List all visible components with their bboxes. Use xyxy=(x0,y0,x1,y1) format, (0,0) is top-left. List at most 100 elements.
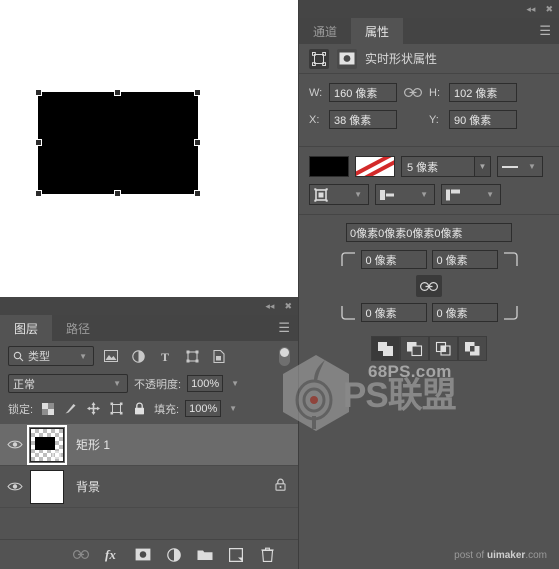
tab-layers[interactable]: 图层 xyxy=(0,315,53,341)
transform-handle-top-right[interactable] xyxy=(194,89,201,96)
transform-handle-bottom-left[interactable] xyxy=(35,190,42,197)
layer-filter-kind-select[interactable]: 类型 ▼ xyxy=(8,346,94,366)
corner-top-left-input[interactable]: 0 像素 xyxy=(360,250,427,269)
layer-name: 背景 xyxy=(76,480,101,494)
y-value: 90 像素 xyxy=(454,114,492,127)
intersect-shape-areas-button[interactable] xyxy=(429,336,458,361)
collapse-chevrons-icon[interactable]: ◂◂ xyxy=(526,4,535,14)
stroke-width-control: 5 像素 ▼ xyxy=(401,156,491,177)
new-adjustment-layer-button[interactable] xyxy=(165,546,183,564)
add-layer-mask-button[interactable] xyxy=(134,546,152,564)
table-row[interactable]: 矩形 1 xyxy=(0,424,298,466)
mask-thumbnail-icon[interactable] xyxy=(337,48,357,69)
transform-handle-middle-right[interactable] xyxy=(194,139,201,146)
layers-panel-tabs: 图层 路径 ☰ xyxy=(0,315,298,341)
table-row[interactable]: 背景 xyxy=(0,466,298,508)
tab-properties-label: 属性 xyxy=(365,24,390,39)
lock-transparent-pixels-icon[interactable] xyxy=(39,400,56,417)
y-input[interactable]: 90 像素 xyxy=(449,110,517,129)
x-input[interactable]: 38 像素 xyxy=(329,110,397,129)
fill-chevron-down-icon[interactable]: ▼ xyxy=(227,404,239,413)
layer-name: 矩形 1 xyxy=(76,438,111,452)
link-radii-icon[interactable] xyxy=(416,275,442,297)
tab-properties[interactable]: 属性 xyxy=(351,18,404,44)
width-input[interactable]: 160 像素 xyxy=(329,83,397,102)
filter-pixel-icon[interactable] xyxy=(101,346,121,366)
corner-top-right-value: 0 像素 xyxy=(436,254,468,267)
lock-artboard-nesting-icon[interactable] xyxy=(108,400,125,417)
tab-layers-label: 图层 xyxy=(14,321,39,336)
fill-color-swatch[interactable] xyxy=(309,156,349,177)
transform-handle-bottom-center[interactable] xyxy=(114,190,121,197)
filter-adjustment-icon[interactable] xyxy=(128,346,148,366)
combine-shapes-button[interactable] xyxy=(371,336,400,361)
height-value: 102 像素 xyxy=(454,87,498,100)
corner-top-right-icon[interactable] xyxy=(503,252,518,267)
corner-top-right-input[interactable]: 0 像素 xyxy=(431,250,498,269)
blend-mode-value: 正常 xyxy=(13,378,35,391)
corner-bottom-left-icon[interactable] xyxy=(340,305,356,320)
new-layer-button[interactable] xyxy=(227,546,245,564)
filter-type-icon[interactable]: T xyxy=(155,346,175,366)
stroke-line-type-select[interactable]: ▼ xyxy=(497,156,543,177)
rectangle-shape[interactable] xyxy=(38,92,198,194)
layer-visibility-toggle[interactable] xyxy=(0,481,30,492)
blend-mode-select[interactable]: 正常 ▼ xyxy=(8,374,128,393)
layer-thumbnail[interactable] xyxy=(27,424,67,465)
transform-handle-top-left[interactable] xyxy=(35,89,42,96)
fill-value: 100% xyxy=(189,402,218,415)
properties-panel-menu-icon[interactable]: ☰ xyxy=(539,18,559,44)
filter-smart-object-icon[interactable] xyxy=(209,346,229,366)
layer-thumbnail[interactable] xyxy=(30,469,64,504)
tab-channels[interactable]: 通道 xyxy=(299,18,352,44)
lock-icon xyxy=(275,478,298,496)
properties-header: 实时形状属性 xyxy=(299,44,559,74)
tab-paths-label: 路径 xyxy=(66,321,91,336)
close-icon[interactable]: ✖ xyxy=(284,301,292,311)
stroke-align-select[interactable]: ▼ xyxy=(309,184,369,205)
transform-handle-middle-left[interactable] xyxy=(35,139,42,146)
corner-radius-all-input[interactable]: 0像素0像素0像素0像素 xyxy=(346,223,512,242)
lock-position-icon[interactable] xyxy=(85,400,102,417)
filter-shape-icon[interactable] xyxy=(182,346,202,366)
credit-text: post of uimaker.com xyxy=(454,550,547,561)
link-chain-icon[interactable] xyxy=(402,88,424,97)
new-group-button[interactable] xyxy=(196,546,214,564)
collapse-chevrons-icon[interactable]: ◂◂ xyxy=(265,301,274,311)
properties-panel-tabs: 通道 属性 ☰ xyxy=(299,18,559,44)
credit-brand: uimaker xyxy=(486,550,526,561)
lock-all-icon[interactable] xyxy=(131,400,148,417)
corner-top-left-icon[interactable] xyxy=(340,252,356,267)
opacity-chevron-down-icon[interactable]: ▼ xyxy=(229,379,241,388)
live-shape-icon[interactable] xyxy=(309,48,329,69)
layer-visibility-toggle[interactable] xyxy=(0,439,30,450)
fill-input[interactable]: 100% xyxy=(185,400,222,417)
lock-image-pixels-icon[interactable] xyxy=(62,400,79,417)
chevron-down-icon[interactable]: ▼ xyxy=(475,156,491,177)
tab-paths[interactable]: 路径 xyxy=(52,315,105,341)
transform-handle-top-center[interactable] xyxy=(114,89,121,96)
document-canvas[interactable] xyxy=(0,0,298,297)
link-layers-button[interactable] xyxy=(72,546,90,564)
stroke-corners-select[interactable]: ▼ xyxy=(441,184,501,205)
stroke-caps-select[interactable]: ▼ xyxy=(375,184,435,205)
subtract-front-shape-button[interactable] xyxy=(400,336,429,361)
opacity-input[interactable]: 100% xyxy=(187,375,224,392)
close-icon[interactable]: ✖ xyxy=(545,4,553,14)
chevron-down-icon: ▼ xyxy=(528,162,536,171)
transform-handle-bottom-right[interactable] xyxy=(194,190,201,197)
corner-bottom-left-input[interactable]: 0 像素 xyxy=(360,303,427,322)
page-title: 实时形状属性 xyxy=(365,52,438,66)
exclude-overlapping-shapes-button[interactable] xyxy=(458,336,487,361)
layer-style-button[interactable]: fx xyxy=(103,546,121,564)
stroke-width-input[interactable]: 5 像素 xyxy=(401,156,475,177)
delete-layer-button[interactable] xyxy=(258,546,276,564)
stroke-color-swatch-none[interactable] xyxy=(355,156,395,177)
height-input[interactable]: 102 像素 xyxy=(449,83,517,102)
corner-bottom-right-input[interactable]: 0 像素 xyxy=(431,303,498,322)
layers-panel-menu-icon[interactable]: ☰ xyxy=(278,315,298,341)
corner-bottom-right-icon[interactable] xyxy=(503,305,518,320)
filter-enable-toggle[interactable] xyxy=(279,346,290,366)
search-icon xyxy=(13,351,24,361)
corner-top-left-value: 0 像素 xyxy=(365,254,397,267)
